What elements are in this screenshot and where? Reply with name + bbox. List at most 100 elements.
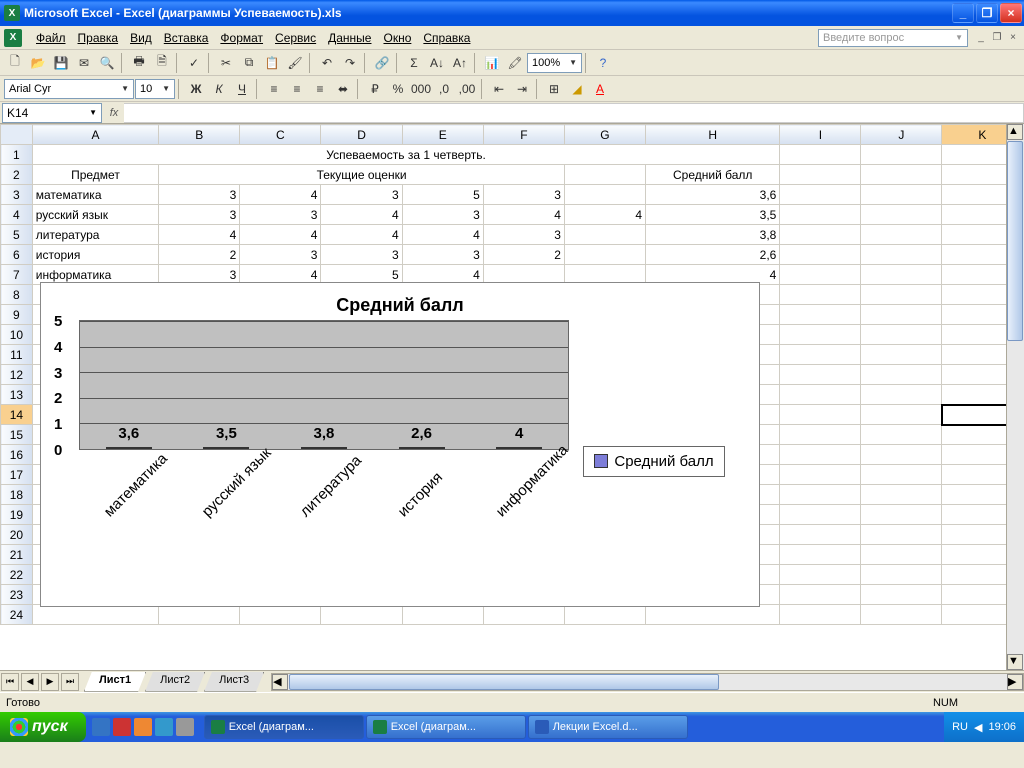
menu-edit[interactable]: Правка: [72, 29, 125, 47]
paste-icon[interactable]: 📋: [261, 52, 283, 74]
mail-icon[interactable]: ✉: [73, 52, 95, 74]
language-indicator[interactable]: RU: [952, 721, 968, 733]
tray-icon[interactable]: ◀: [974, 721, 982, 734]
col-header[interactable]: G: [564, 125, 645, 145]
row-header[interactable]: 15: [1, 425, 33, 445]
cell[interactable]: 4: [321, 225, 402, 245]
name-box[interactable]: K14▼: [2, 103, 102, 123]
tab-last-icon[interactable]: ⏭: [61, 673, 79, 691]
row-header[interactable]: 20: [1, 525, 33, 545]
inc-indent-icon[interactable]: ⇥: [511, 78, 533, 100]
menu-window[interactable]: Окно: [377, 29, 417, 47]
row-header[interactable]: 3: [1, 185, 33, 205]
col-header[interactable]: B: [159, 125, 240, 145]
row-header[interactable]: 18: [1, 485, 33, 505]
cell[interactable]: 4: [240, 225, 321, 245]
row-header[interactable]: 12: [1, 365, 33, 385]
cell[interactable]: 3: [321, 185, 402, 205]
clock[interactable]: 19:06: [988, 721, 1016, 733]
copy-icon[interactable]: ⧉: [238, 52, 260, 74]
col-header[interactable]: D: [321, 125, 402, 145]
borders-icon[interactable]: ⊞: [543, 78, 565, 100]
col-header[interactable]: H: [646, 125, 780, 145]
cell[interactable]: Предмет: [32, 165, 158, 185]
spell-icon[interactable]: ✓: [183, 52, 205, 74]
app-icon[interactable]: [113, 718, 131, 736]
formula-input[interactable]: [124, 103, 1024, 123]
taskbar-item[interactable]: Лекции Excel.d...: [528, 715, 688, 739]
cell[interactable]: история: [32, 245, 158, 265]
row-header[interactable]: 11: [1, 345, 33, 365]
col-header[interactable]: A: [32, 125, 158, 145]
percent-icon[interactable]: %: [387, 78, 409, 100]
firefox-icon[interactable]: [134, 718, 152, 736]
fill-color-icon[interactable]: ◢: [566, 78, 588, 100]
italic-icon[interactable]: К: [208, 78, 230, 100]
quick-launch[interactable]: [92, 718, 194, 736]
minimize-button[interactable]: _: [952, 3, 974, 23]
doc-close-button[interactable]: ×: [1006, 31, 1020, 45]
inc-decimal-icon[interactable]: ,0: [433, 78, 455, 100]
cell[interactable]: 3,5: [646, 205, 780, 225]
align-center-icon[interactable]: ≡: [286, 78, 308, 100]
col-header[interactable]: E: [402, 125, 483, 145]
tab-prev-icon[interactable]: ◀: [21, 673, 39, 691]
sum-icon[interactable]: Σ: [403, 52, 425, 74]
app-icon[interactable]: X: [4, 29, 22, 47]
redo-icon[interactable]: ↷: [339, 52, 361, 74]
row-header[interactable]: 13: [1, 385, 33, 405]
font-color-icon[interactable]: A: [589, 78, 611, 100]
cell[interactable]: 3: [402, 245, 483, 265]
cell[interactable]: 3: [159, 185, 240, 205]
fontsize-combo[interactable]: 10▼: [135, 79, 175, 99]
save-icon[interactable]: 💾: [50, 52, 72, 74]
cell[interactable]: Успеваемость за 1 четверть.: [32, 145, 780, 165]
search-icon[interactable]: 🔍: [96, 52, 118, 74]
cell[interactable]: литература: [32, 225, 158, 245]
scroll-right-icon[interactable]: ▶: [1007, 674, 1023, 690]
undo-icon[interactable]: ↶: [316, 52, 338, 74]
row-header[interactable]: 14: [1, 405, 33, 425]
cell[interactable]: Текущие оценки: [159, 165, 565, 185]
row-header[interactable]: 6: [1, 245, 33, 265]
font-combo[interactable]: Arial Cyr▼: [4, 79, 134, 99]
cell[interactable]: 3: [321, 245, 402, 265]
cell[interactable]: 4: [564, 205, 645, 225]
cell[interactable]: 3: [159, 205, 240, 225]
scroll-thumb[interactable]: [289, 674, 719, 690]
row-header[interactable]: 22: [1, 565, 33, 585]
format-painter-icon[interactable]: 🖌: [284, 52, 306, 74]
worksheet-grid[interactable]: A B C D E F G H I J K 1Успеваемость за 1…: [0, 124, 1024, 670]
scroll-thumb[interactable]: [1007, 141, 1023, 341]
cell[interactable]: 4: [240, 185, 321, 205]
taskbar-item[interactable]: Excel (диаграм...: [366, 715, 526, 739]
start-button[interactable]: пуск: [0, 712, 86, 742]
desktop-icon[interactable]: [176, 718, 194, 736]
col-header[interactable]: J: [861, 125, 942, 145]
link-icon[interactable]: 🔗: [371, 52, 393, 74]
drawing-icon[interactable]: 🖍: [504, 52, 526, 74]
maximize-button[interactable]: ❐: [976, 3, 998, 23]
cut-icon[interactable]: ✂: [215, 52, 237, 74]
cell[interactable]: 3: [402, 205, 483, 225]
cell[interactable]: 3: [240, 205, 321, 225]
dec-indent-icon[interactable]: ⇤: [488, 78, 510, 100]
chart-icon[interactable]: 📊: [481, 52, 503, 74]
doc-restore-button[interactable]: ❐: [990, 31, 1004, 45]
menu-data[interactable]: Данные: [322, 29, 377, 47]
embedded-chart[interactable]: Средний балл 543210 3,63,53,82,64 матема…: [40, 282, 760, 607]
row-header[interactable]: 7: [1, 265, 33, 285]
row-header[interactable]: 10: [1, 325, 33, 345]
cell[interactable]: 4: [321, 205, 402, 225]
row-header[interactable]: 24: [1, 605, 33, 625]
col-header[interactable]: C: [240, 125, 321, 145]
col-header[interactable]: I: [780, 125, 861, 145]
cell[interactable]: 3: [483, 185, 564, 205]
cell[interactable]: 4: [159, 225, 240, 245]
new-icon[interactable]: 🗋: [4, 52, 26, 74]
underline-icon[interactable]: Ч: [231, 78, 253, 100]
row-header[interactable]: 1: [1, 145, 33, 165]
menu-view[interactable]: Вид: [124, 29, 158, 47]
preview-icon[interactable]: 🗎: [151, 52, 173, 74]
bold-icon[interactable]: Ж: [185, 78, 207, 100]
